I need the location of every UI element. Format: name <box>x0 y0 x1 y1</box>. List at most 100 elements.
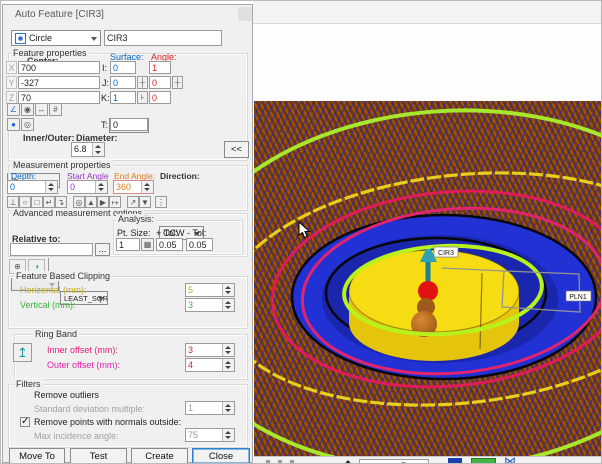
circle-feature-icon <box>15 33 26 44</box>
path-icon-12[interactable]: ⋮ <box>155 196 167 208</box>
start-angle-spinner[interactable]: 0 <box>67 180 108 194</box>
dialog-titlebar[interactable]: Auto Feature [CIR3] <box>3 5 252 24</box>
vector-mode-icon[interactable]: ∠ <box>7 103 20 116</box>
probe-flag-icon[interactable]: ⋈ <box>504 456 516 464</box>
incidence-spinner[interactable]: 75 <box>185 428 235 442</box>
relative-to-input[interactable] <box>10 243 93 256</box>
plus-tol-label: + Tol: <box>156 228 178 238</box>
up-arrow-glyph: ↥ <box>17 345 28 361</box>
probe-tab-glyph: ⊕ <box>14 262 21 271</box>
titlebar-button[interactable] <box>238 7 252 21</box>
plane-id-label[interactable]: PLN1 <box>566 291 591 301</box>
retro-toggle-icon[interactable]: ◎ <box>21 118 34 131</box>
vertical-spinner[interactable]: 3 <box>185 298 235 312</box>
toolbar-dot-icon[interactable] <box>266 460 270 464</box>
angle-2-value: 0 <box>152 78 157 88</box>
vertical-spin-buttons[interactable] <box>222 299 234 311</box>
stddev-spin-buttons[interactable] <box>222 402 234 414</box>
path-glyph-12: ⋮ <box>157 198 165 207</box>
outer-spin-buttons[interactable] <box>222 359 234 371</box>
grid-glyph: # <box>53 105 57 114</box>
path-glyph-4: ↵ <box>46 198 53 207</box>
stddev-spinner[interactable]: 1 <box>185 401 235 415</box>
t-label: T: <box>101 120 108 130</box>
horizontal-label: Horizontal (mm): <box>20 285 87 295</box>
center-x-input[interactable]: 700 <box>18 61 100 74</box>
end-angle-spinner[interactable]: 360 <box>113 180 154 194</box>
diameter-spin-buttons[interactable] <box>92 143 104 156</box>
create-button[interactable]: Create <box>131 448 188 464</box>
toolbar-frame[interactable] <box>359 459 429 464</box>
diameter-value: 6.8 <box>72 143 92 156</box>
blue-tool-icon[interactable] <box>448 458 462 464</box>
collapse-label: << <box>231 144 242 155</box>
incidence-spin-buttons[interactable] <box>222 429 234 441</box>
surface-j-input[interactable]: 0 <box>110 76 136 89</box>
depth-spin-buttons[interactable] <box>45 181 57 193</box>
path-icon-1[interactable]: ⊥ <box>7 196 19 208</box>
surface-k-value: 1 <box>113 93 118 103</box>
surface-i-input[interactable]: 0 <box>110 61 136 74</box>
path-icon-10[interactable]: ↗ <box>127 196 139 208</box>
grid-mode-icon[interactable]: # <box>49 103 62 116</box>
toolbar-dot-icon[interactable] <box>278 460 282 464</box>
path-icon-11[interactable]: ▼ <box>139 196 151 208</box>
close-button[interactable]: Close <box>192 448 250 464</box>
width-mode-icon[interactable]: ↔ <box>35 103 48 116</box>
feature-name-input[interactable]: CIR3 <box>104 30 222 46</box>
minus-tol-input[interactable]: 0.05 <box>186 238 213 251</box>
ring-band-label: Ring Band <box>33 329 79 339</box>
stddev-value: 1 <box>186 402 222 414</box>
feature-type-select[interactable]: Circle <box>11 30 101 46</box>
end-spin-buttons[interactable] <box>141 181 153 193</box>
surface-k-input[interactable]: 1 <box>110 91 136 104</box>
surface-flip-button[interactable]: ┼ <box>137 76 148 89</box>
diameter-spinner[interactable]: 6.8 <box>71 142 105 157</box>
inner-spin-buttons[interactable] <box>222 344 234 356</box>
outer-offset-spinner[interactable]: 4 <box>185 358 235 372</box>
path-icon-5[interactable]: ↴ <box>55 196 67 208</box>
vertical-label: Vertical (mm): <box>20 300 76 310</box>
angle-2-input[interactable]: 0 <box>149 76 171 89</box>
arrows-glyph: ↔ <box>38 105 46 114</box>
green-status-box[interactable] <box>471 458 496 464</box>
depth-spinner[interactable]: 0 <box>7 180 58 194</box>
path-icon-7[interactable]: ▲ <box>85 196 97 208</box>
ring-band-direction-icon[interactable]: ↥ <box>13 343 32 362</box>
bottom-toolbar: ⋈ <box>254 456 602 464</box>
browse-button[interactable]: ... <box>95 243 110 256</box>
dialog-title: Auto Feature [CIR3] <box>15 9 104 20</box>
feature-id-label[interactable]: CIR3 <box>434 247 458 257</box>
horizontal-spinner[interactable]: 5 <box>185 283 235 297</box>
start-spin-buttons[interactable] <box>95 181 107 193</box>
surface-pin-button[interactable]: ⊦ <box>137 91 148 104</box>
graphics-viewport[interactable]: CIR3 PLN1 <box>254 101 602 456</box>
angle-1-input[interactable]: 1 <box>149 61 171 74</box>
pt-size-input[interactable]: 1 <box>116 238 140 251</box>
plus-tol-input[interactable]: 0.05 <box>156 238 183 251</box>
center-y-input[interactable]: -327 <box>18 76 100 89</box>
test-label: Test <box>90 451 107 462</box>
path-glyph-9: ↦ <box>112 198 119 207</box>
path-icon-8[interactable]: ▶ <box>97 196 109 208</box>
t-input[interactable]: 0 <box>110 118 148 131</box>
test-button[interactable]: Test <box>70 448 127 464</box>
horizontal-spin-buttons[interactable] <box>222 284 234 296</box>
path-icon-6[interactable]: ◎ <box>73 196 85 208</box>
angle-3-input[interactable]: 0 <box>149 91 171 104</box>
probe-dropdown-icon[interactable] <box>343 460 353 464</box>
path-icon-2[interactable]: ○ <box>19 196 31 208</box>
inner-offset-spinner[interactable]: 3 <box>185 343 235 357</box>
point-mode-icon[interactable]: ◉ <box>21 103 34 116</box>
collapse-button[interactable]: << <box>224 141 249 158</box>
path-icon-3[interactable]: □ <box>31 196 43 208</box>
svg-text:PLN1: PLN1 <box>569 294 587 301</box>
path-icon-4[interactable]: ↵ <box>43 196 55 208</box>
measure-toggle-icon[interactable]: ● <box>7 118 20 131</box>
path-glyph-1: ⊥ <box>10 198 17 207</box>
analysis-window-icon[interactable]: ▦ <box>141 238 154 251</box>
path-icon-9[interactable]: ↦ <box>109 196 121 208</box>
toolbar-dot-icon[interactable] <box>290 460 294 464</box>
angle-flip-button[interactable]: ┼ <box>172 76 183 89</box>
move-to-button[interactable]: Move To <box>9 448 65 464</box>
